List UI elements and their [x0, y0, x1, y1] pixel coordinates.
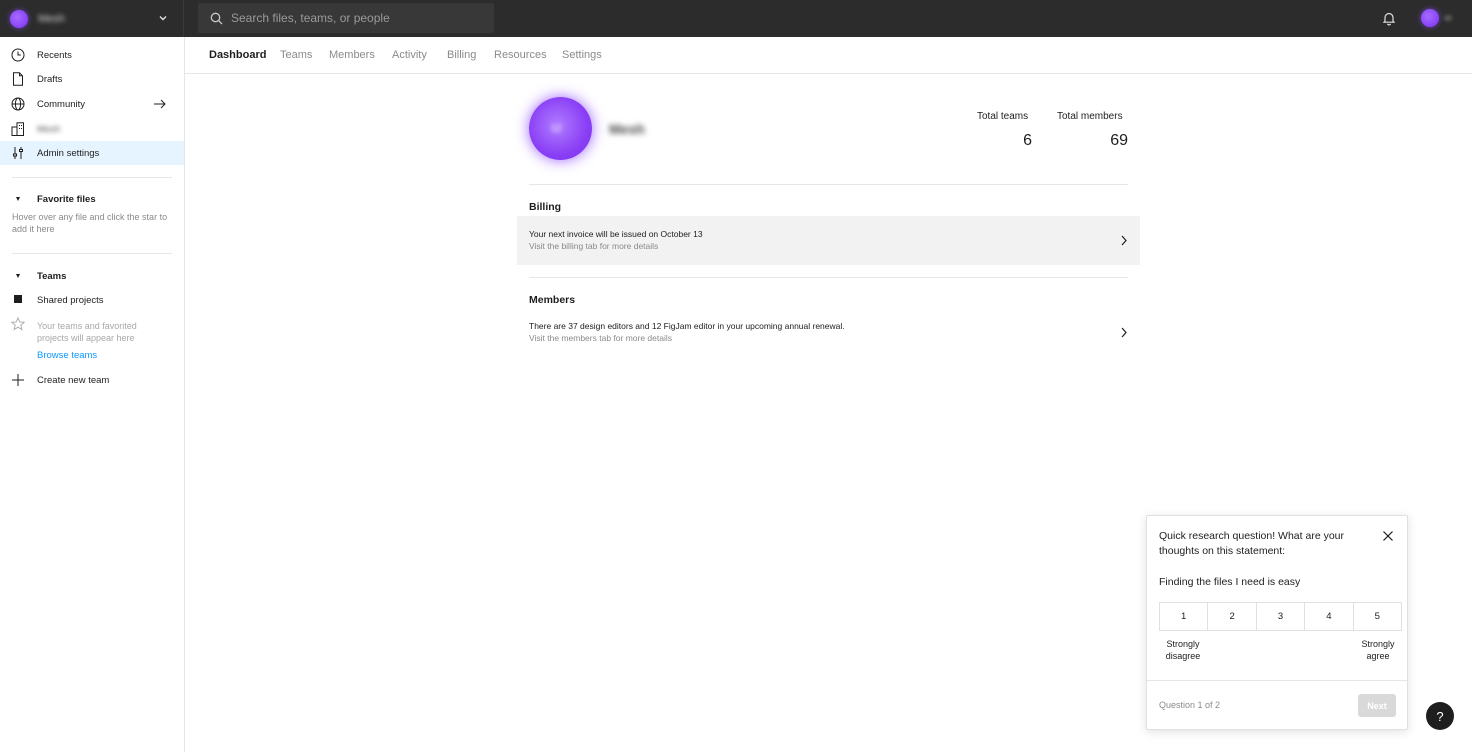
org-avatar: [10, 9, 28, 28]
tab-billing[interactable]: Billing: [447, 49, 476, 61]
building-icon: [11, 122, 24, 136]
sidebar-divider: [12, 177, 172, 178]
admin-tabs: Dashboard Teams Members Activity Billing…: [185, 37, 1472, 74]
sidebar-item-label: Admin settings: [37, 147, 100, 159]
sidebar-item-label: Shared projects: [37, 294, 104, 306]
sliders-icon: [13, 147, 23, 159]
sidebar-divider: [12, 253, 172, 254]
org-name: Mesh: [609, 121, 645, 137]
user-avatar[interactable]: [1421, 9, 1439, 27]
file-icon: [13, 72, 23, 86]
search-bar[interactable]: [198, 3, 494, 33]
section-divider: [529, 184, 1128, 185]
sidebar-item-drafts[interactable]: Drafts: [0, 67, 184, 91]
globe-icon: [11, 97, 25, 111]
tab-dashboard[interactable]: Dashboard: [209, 49, 266, 61]
survey-progress: Question 1 of 2: [1159, 700, 1221, 710]
collapse-triangle-icon[interactable]: [16, 197, 20, 201]
top-bar: Mesh: [0, 0, 1472, 37]
research-survey-popup: Quick research question! What are your t…: [1146, 515, 1408, 730]
tab-teams[interactable]: Teams: [280, 49, 312, 61]
survey-divider: [1147, 680, 1407, 681]
search-input[interactable]: [231, 11, 481, 25]
org-logo: M: [529, 97, 592, 160]
sidebar-item-label: Create new team: [37, 374, 110, 386]
survey-statement: Finding the files I need is easy: [1159, 576, 1301, 588]
members-details-text: Visit the members tab for more details: [529, 333, 672, 343]
members-card[interactable]: There are 37 design editors and 12 FigJa…: [517, 308, 1140, 357]
section-divider: [529, 277, 1128, 278]
browse-teams-link[interactable]: Browse teams: [37, 350, 97, 361]
org-switcher[interactable]: Mesh: [0, 0, 184, 37]
sidebar-item-community[interactable]: Community: [0, 92, 184, 116]
org-switcher-name: Mesh: [38, 12, 65, 25]
collapse-triangle-icon[interactable]: [16, 274, 20, 278]
tab-activity[interactable]: Activity: [392, 49, 427, 61]
rating-option-4[interactable]: 4: [1305, 603, 1354, 630]
sidebar-item-label: Drafts: [37, 73, 63, 85]
billing-invoice-text: Your next invoice will be issued on Octo…: [529, 229, 703, 239]
chevron-right-icon: [1121, 327, 1127, 338]
sidebar-item-org[interactable]: Mesh: [0, 117, 184, 141]
bell-icon[interactable]: [1382, 11, 1396, 26]
sidebar: Recents Drafts Community Mesh Admin sett…: [0, 37, 185, 752]
members-heading: Members: [529, 294, 576, 306]
billing-details-text: Visit the billing tab for more details: [529, 241, 659, 251]
search-icon: [210, 12, 223, 24]
tab-settings[interactable]: Settings: [562, 49, 602, 61]
total-members-label: Total members: [1057, 111, 1123, 122]
survey-question: Quick research question! What are your t…: [1159, 530, 1345, 557]
members-renewal-text: There are 37 design editors and 12 FigJa…: [529, 321, 845, 331]
billing-card[interactable]: Your next invoice will be issued on Octo…: [517, 216, 1140, 265]
user-menu-caret[interactable]: [1444, 15, 1452, 21]
sidebar-item-recents[interactable]: Recents: [0, 43, 184, 67]
org-logo-initial: M: [551, 121, 562, 136]
total-teams-label: Total teams: [977, 111, 1029, 122]
favorites-title: Favorite files: [37, 194, 96, 205]
next-button[interactable]: Next: [1358, 694, 1396, 717]
rating-option-5[interactable]: 5: [1354, 603, 1401, 630]
chevron-down-icon: [159, 16, 167, 21]
favorites-hint: Hover over any file and click the star t…: [12, 212, 168, 234]
create-team-button[interactable]: Create new team: [0, 368, 184, 392]
clock-icon: [11, 48, 25, 62]
tab-resources[interactable]: Resources: [494, 49, 547, 61]
sidebar-item-admin-settings[interactable]: Admin settings: [0, 141, 184, 165]
teams-title: Teams: [37, 271, 67, 282]
billing-heading: Billing: [529, 201, 562, 213]
arrow-right-icon: [154, 99, 166, 109]
teams-hint: Your teams and favorited projects will a…: [37, 321, 137, 343]
total-teams-value: 6: [1023, 132, 1032, 149]
sidebar-item-label: Recents: [37, 49, 72, 61]
star-icon: [11, 317, 25, 331]
rating-option-2[interactable]: 2: [1208, 603, 1257, 630]
scale-low-label: Strongly disagree: [1165, 639, 1201, 661]
sidebar-item-label: Community: [37, 98, 86, 110]
sidebar-item-label: Mesh: [37, 123, 61, 135]
close-icon[interactable]: [1382, 530, 1394, 542]
sidebar-item-shared-projects[interactable]: Shared projects: [0, 288, 184, 312]
help-button[interactable]: ?: [1426, 702, 1454, 730]
rating-option-3[interactable]: 3: [1257, 603, 1306, 630]
scale-high-label: Strongly agree: [1361, 639, 1395, 661]
rating-option-1[interactable]: 1: [1160, 603, 1209, 630]
total-members-value: 69: [1110, 132, 1128, 149]
tab-members[interactable]: Members: [329, 49, 375, 61]
chevron-right-icon: [1121, 235, 1127, 246]
rating-scale: 1 2 3 4 5: [1159, 602, 1402, 631]
